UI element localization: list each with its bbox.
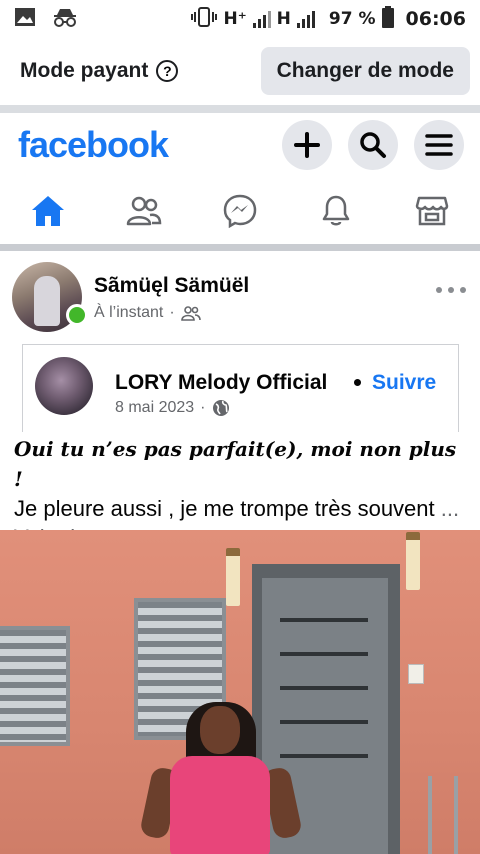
- tab-friends[interactable]: [114, 183, 174, 239]
- store-icon: [415, 196, 449, 226]
- meta-separator: ·: [200, 399, 206, 416]
- post-time[interactable]: À l’instant: [94, 304, 163, 322]
- nav-tabs: [0, 180, 480, 242]
- divider: [0, 244, 480, 251]
- shared-post-date[interactable]: 8 mai 2023: [115, 399, 194, 417]
- home-icon: [32, 196, 64, 226]
- shared-page-avatar[interactable]: [35, 357, 93, 415]
- photo-person-shirt: [170, 756, 270, 854]
- photo-lamp: [226, 548, 240, 606]
- image-icon: [14, 7, 36, 32]
- post-photo[interactable]: [0, 530, 480, 854]
- friends-icon: [126, 196, 162, 226]
- clock: 06:06: [405, 8, 466, 30]
- photo-rail: [428, 776, 458, 854]
- post-header: Sãmüęl Sämüël À l’instant ·: [12, 262, 472, 334]
- shared-post-card[interactable]: LORY Melody Official Suivre 8 mai 2023 ·: [22, 344, 459, 432]
- post-text-plain: Je pleure aussi , je me trompe très souv…: [14, 496, 435, 521]
- photo-switch: [408, 664, 424, 684]
- status-bar: H⁺ H 97 % 06:06: [0, 0, 480, 38]
- post-meta: À l’instant ·: [94, 304, 201, 322]
- incognito-icon: [52, 7, 78, 32]
- search-button[interactable]: [348, 120, 398, 170]
- signal-icon: [296, 10, 315, 28]
- globe-icon: [212, 400, 229, 416]
- friends-icon: [180, 306, 201, 321]
- tab-home[interactable]: [18, 183, 78, 239]
- divider: [0, 105, 480, 113]
- facebook-logo[interactable]: facebook: [18, 124, 169, 166]
- help-icon[interactable]: ?: [156, 60, 179, 82]
- network-type-2: H: [276, 9, 291, 29]
- more-options-icon[interactable]: [436, 280, 466, 300]
- bell-icon: [322, 195, 350, 226]
- menu-icon: [425, 134, 453, 156]
- change-mode-button[interactable]: Changer de mode: [260, 47, 470, 95]
- follow-button[interactable]: Suivre: [372, 371, 436, 395]
- photo-lamp: [406, 532, 420, 590]
- tab-marketplace[interactable]: [402, 183, 462, 239]
- post-text-styled: 𝑶𝒖𝒊 𝒕𝒖 𝒏’𝒆𝒔 𝒑𝒂𝒔 𝒑𝒂𝒓𝒇𝒂𝒊𝒕(𝒆), 𝒎𝒐𝒊 𝒏𝒐𝒏 𝒑𝒍𝒖𝒔…: [14, 437, 457, 491]
- battery-percent: 97 %: [328, 9, 376, 29]
- meta-separator: ·: [169, 304, 175, 321]
- plus-icon: [294, 132, 320, 158]
- online-indicator: [66, 304, 88, 326]
- signal-icon: [252, 10, 271, 28]
- post-author[interactable]: Sãmüęl Sämüël: [94, 274, 249, 298]
- tab-notifications[interactable]: [306, 183, 366, 239]
- battery-icon: [381, 5, 394, 33]
- messenger-icon: [223, 194, 257, 228]
- tab-messenger[interactable]: [210, 183, 270, 239]
- network-type-1: H⁺: [223, 9, 247, 29]
- photo-window: [0, 626, 70, 746]
- search-icon: [360, 132, 386, 158]
- menu-button[interactable]: [414, 120, 464, 170]
- mode-label: Mode payant: [20, 59, 149, 82]
- mode-bar: Mode payant ? Changer de mode: [0, 38, 480, 104]
- app-header: facebook: [0, 113, 480, 177]
- shared-post-meta: 8 mai 2023 ·: [115, 399, 230, 417]
- vibrate-icon: [191, 6, 218, 32]
- shared-page-name[interactable]: LORY Melody Official: [115, 371, 345, 395]
- create-button[interactable]: [282, 120, 332, 170]
- separator-dot: [354, 379, 361, 386]
- photo-person-face: [200, 706, 240, 754]
